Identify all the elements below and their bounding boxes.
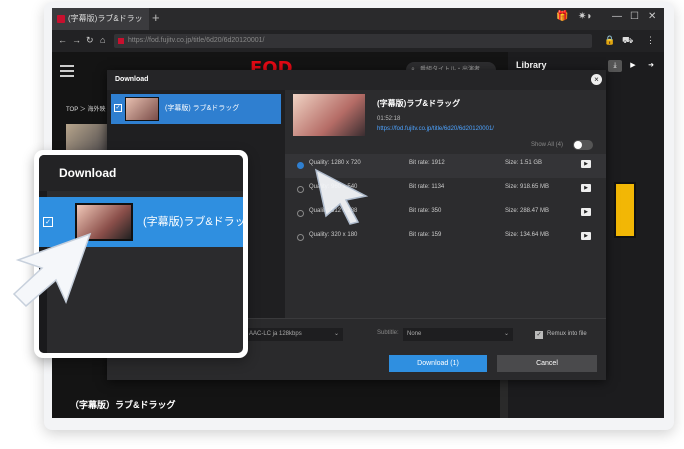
zoom-title: Download [39,155,243,191]
video-icon[interactable]: ▶ [626,60,640,72]
library-title: Library [516,60,547,70]
site-favicon-icon [118,38,124,44]
audio-select[interactable]: AAC-LC ja 128kbps ⌄ [245,328,343,341]
bitrate-label: Bit rate: 159 [409,232,442,238]
dialog-close-button[interactable]: × [591,74,602,85]
address-bar-row: ← → ↻ ⌂ https://fod.fujitv.co.jp/title/6… [52,30,664,52]
video-url-link[interactable]: https://fod.fujitv.co.jp/title/6d20/6d20… [377,126,494,132]
cancel-button[interactable]: Cancel [497,355,597,372]
close-window-button[interactable]: ✕ [648,11,656,22]
dialog-title: Download [107,70,606,90]
url-field[interactable]: https://fod.fujitv.co.jp/title/6d20/6d20… [114,34,592,48]
cursor-arrow-icon [12,232,92,308]
quality-radio[interactable] [297,162,304,169]
quality-radio[interactable] [297,210,304,217]
remux-checkbox[interactable]: ✓ [535,331,543,339]
size-label: Size: 134.64 MB [505,232,550,238]
quality-label: Quality: 320 x 180 [309,232,358,238]
maximize-button[interactable]: ☐ [630,11,639,22]
item-thumbnail [125,97,159,121]
chevron-down-icon: ⌄ [333,331,339,337]
preview-play-icon[interactable]: ▶ [581,232,591,240]
audio-value: AAC-LC ja 128kbps [249,331,302,337]
breadcrumb[interactable]: TOP ＞ 海外映 [66,104,105,113]
bitrate-label: Bit rate: 350 [409,208,442,214]
item-checkbox[interactable]: ✓ [114,104,122,112]
subtitle-value: None [407,331,422,337]
size-label: Size: 1.51 GB [505,160,543,166]
download-button[interactable]: Download (1) [389,355,487,372]
video-duration: 01:52:18 [377,116,401,122]
bitrate-label: Bit rate: 1912 [409,160,445,166]
tab-bar: (字幕版)ラブ&ドラッグ + 🎁 ✷◗ — ☐ ✕ [52,8,664,45]
yellow-thumbnail [614,182,636,238]
quality-row[interactable]: Quality: 320 x 180 Bit rate: 159 Size: 1… [285,226,606,250]
bitrate-label: Bit rate: 1134 [409,184,445,190]
favicon-icon [57,15,65,23]
chevron-down-icon: ⌄ [503,331,509,337]
quality-radio[interactable] [297,186,304,193]
new-tab-button[interactable]: + [152,10,160,25]
subtitle-label: Subtitle: [377,330,399,336]
forward-icon[interactable]: → [72,35,81,45]
show-all-label: Show All (4) [531,142,564,148]
browser-tab[interactable]: (字幕版)ラブ&ドラッグ [52,8,149,45]
url-text: https://fod.fujitv.co.jp/title/6d20/6d20… [128,37,265,44]
zoom-item-checkbox[interactable]: ✓ [43,217,53,227]
hamburger-menu-icon[interactable] [60,65,74,80]
cursor-pointer-icon [314,168,369,225]
page-title: （字幕版）ラブ&ドラッグ [70,400,176,410]
toggle-knob [574,141,582,149]
preview-play-icon[interactable]: ▶ [581,184,591,192]
back-icon[interactable]: ← [58,35,67,45]
lock-icon[interactable]: 🔒 [604,35,615,46]
size-label: Size: 918.65 MB [505,184,550,190]
home-icon[interactable]: ⌂ [100,35,105,45]
preview-play-icon[interactable]: ▶ [581,208,591,216]
video-thumbnail [293,94,365,136]
download-icon[interactable]: ⤓ [608,60,622,72]
reload-icon[interactable]: ↻ [86,35,94,46]
size-label: Size: 288.47 MB [505,208,550,214]
preview-play-icon[interactable]: ▶ [581,160,591,168]
show-all-toggle[interactable] [573,140,593,150]
subtitle-select[interactable]: None ⌄ [403,328,513,341]
item-title: (字幕版) ラブ&ドラッグ [165,105,240,112]
remux-label: Remux into file [547,331,587,337]
zoom-item-title: (字幕版)ラブ&ドラッグ [143,216,243,228]
minimize-button[interactable]: — [612,11,622,22]
menu-icon[interactable]: ⋮ [646,35,655,46]
video-title: (字幕版)ラブ&ドラッグ [377,99,461,108]
screenshot-stage: (字幕版)ラブ&ドラッグ + 🎁 ✷◗ — ☐ ✕ ← → ↻ ⌂ https:… [0,0,684,449]
download-list-item[interactable]: ✓ (字幕版) ラブ&ドラッグ [111,94,281,124]
arrow-icon[interactable]: ➜ [644,60,658,72]
theme-toggle-icon[interactable]: ✷◗ [578,11,592,22]
gift-icon[interactable]: 🎁 [556,11,568,22]
profile-icon[interactable]: ⛟ [622,35,633,47]
quality-radio[interactable] [297,234,304,241]
